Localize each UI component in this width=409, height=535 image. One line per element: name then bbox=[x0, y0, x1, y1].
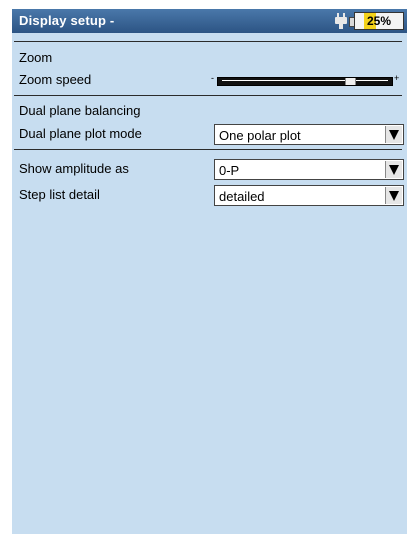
chevron-down-icon[interactable] bbox=[385, 126, 402, 143]
plug-icon bbox=[335, 13, 347, 29]
zoom-speed-slider[interactable]: - + bbox=[211, 73, 401, 88]
divider bbox=[14, 149, 402, 150]
title-bar: Display setup - 25% bbox=[12, 9, 407, 33]
chevron-down-icon[interactable] bbox=[385, 161, 402, 178]
slider-plus: + bbox=[394, 73, 400, 83]
chevron-down-icon[interactable] bbox=[385, 187, 402, 204]
amplitude-label: Show amplitude as bbox=[19, 161, 129, 176]
battery-indicator: 25% bbox=[354, 12, 404, 30]
dropdown-value: detailed bbox=[219, 189, 265, 204]
divider bbox=[14, 95, 402, 96]
zoom-heading: Zoom bbox=[19, 50, 53, 65]
slider-track[interactable] bbox=[217, 77, 393, 86]
battery-percentage: 25% bbox=[366, 14, 392, 28]
screen-title: Display setup - bbox=[19, 13, 115, 28]
dropdown-value: One polar plot bbox=[219, 128, 301, 143]
amplitude-dropdown[interactable]: 0-P bbox=[214, 159, 404, 180]
divider bbox=[14, 41, 402, 42]
slider-minus: - bbox=[211, 73, 214, 83]
dual-plot-mode-label: Dual plane plot mode bbox=[19, 126, 142, 141]
slider-groove bbox=[222, 80, 388, 81]
dual-plot-mode-dropdown[interactable]: One polar plot bbox=[214, 124, 404, 145]
dropdown-value: 0-P bbox=[219, 163, 240, 178]
step-detail-dropdown[interactable]: detailed bbox=[214, 185, 404, 206]
slider-thumb[interactable] bbox=[345, 78, 356, 85]
dual-plane-heading: Dual plane balancing bbox=[19, 103, 141, 118]
display-setup-screen: Display setup - 25% Zoom Zoom speed - + … bbox=[12, 9, 407, 534]
step-detail-label: Step list detail bbox=[19, 187, 100, 202]
zoom-speed-label: Zoom speed bbox=[19, 72, 92, 87]
